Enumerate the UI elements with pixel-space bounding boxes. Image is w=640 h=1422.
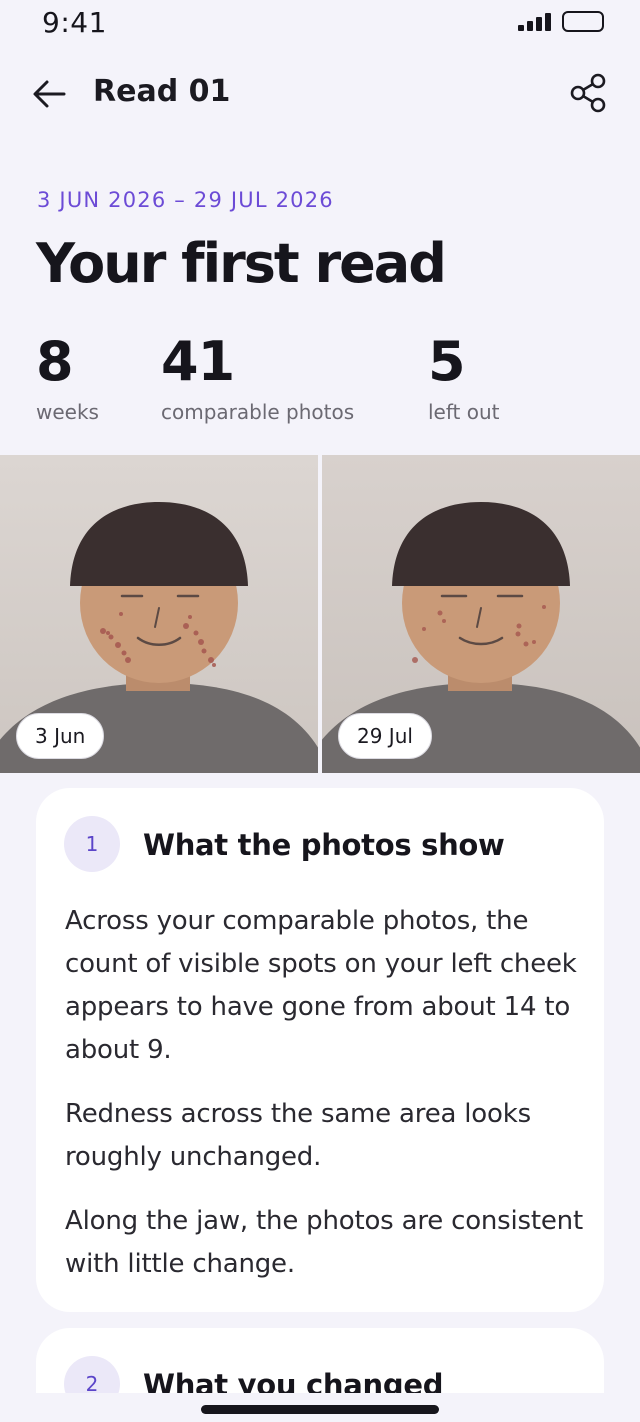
home-indicator[interactable]: [201, 1405, 439, 1414]
stat-value: 41: [161, 330, 235, 393]
page-title: Your first read: [36, 232, 447, 295]
share-icon: [570, 73, 606, 113]
stat-label: left out: [428, 400, 500, 424]
signal-icon: [518, 13, 552, 31]
card-paragraph: Redness across the same area looks rough…: [65, 1099, 531, 1172]
card-paragraph: Across your comparable photos, the count…: [65, 906, 577, 1065]
photo-date-chip: 29 Jul: [338, 713, 432, 759]
card-what-photos-show: 1 What the photos show Across your compa…: [36, 788, 604, 1312]
photo-comparison: 3 Jun 29 Jul: [0, 455, 640, 773]
page-header-title: Read 01: [93, 74, 231, 109]
stat-label: comparable photos: [161, 400, 355, 424]
step-number-badge: 1: [64, 816, 120, 872]
status-time: 9:41: [42, 6, 107, 39]
stat-left-out: 5 left out: [428, 330, 500, 424]
card-paragraph: Along the jaw, the photos are consistent…: [65, 1206, 583, 1279]
status-bar: 9:41: [0, 0, 640, 50]
stat-value: 8: [36, 330, 74, 393]
photo-date-chip: 3 Jun: [16, 713, 105, 759]
arrow-left-icon: [33, 80, 66, 108]
back-button[interactable]: [30, 74, 70, 114]
card-body: Across your comparable photos, the count…: [65, 900, 585, 1307]
top-app-bar: Read 01: [0, 60, 640, 130]
stat-comparable-photos: 41 comparable photos: [161, 330, 354, 424]
share-button[interactable]: [568, 72, 610, 114]
date-range: 3 JUN 2026 – 29 JUL 2026: [37, 188, 334, 212]
stat-weeks: 8 weeks: [36, 330, 99, 424]
stat-value: 5: [428, 330, 466, 393]
battery-icon: [562, 11, 604, 32]
photo-before[interactable]: 3 Jun: [0, 455, 318, 773]
photo-after[interactable]: 29 Jul: [322, 455, 640, 773]
stat-label: weeks: [36, 400, 99, 424]
card-title: What the photos show: [143, 828, 505, 862]
